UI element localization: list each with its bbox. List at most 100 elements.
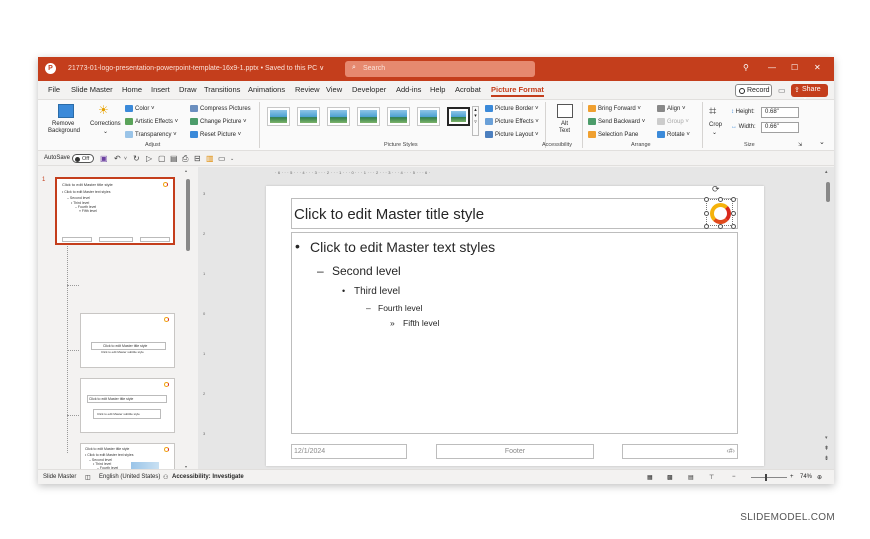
zoom-slider[interactable] — [751, 474, 787, 481]
autosave-toggle[interactable]: Off — [72, 154, 94, 163]
print-icon[interactable]: ⎙ — [182, 154, 188, 164]
slide-master[interactable]: Click to edit Master title style ⟳ • Cli… — [266, 184, 764, 466]
text-level-5[interactable]: Fifth level — [403, 318, 439, 328]
lightbulb-icon[interactable]: ⚲ — [743, 63, 749, 72]
tab-picture-format[interactable]: Picture Format — [491, 85, 544, 97]
fit-to-window-icon[interactable]: ⊕ — [817, 474, 822, 481]
next-slide-icon[interactable]: ⇟ — [824, 455, 829, 462]
scroll-up-icon[interactable]: ▴ — [185, 168, 187, 173]
open-folder-icon[interactable]: ▤ — [170, 154, 178, 163]
minimize-button[interactable]: — — [768, 63, 776, 72]
resize-handle[interactable] — [731, 224, 736, 229]
picture-style-4[interactable] — [357, 107, 380, 126]
presenter-icon[interactable]: ⊟ — [194, 154, 201, 163]
bring-forward-button[interactable]: Bring Forward ˅ — [588, 105, 641, 112]
text-level-3[interactable]: Third level — [354, 286, 400, 297]
change-picture-button[interactable]: Change Picture ˅ — [190, 118, 247, 125]
alt-text-label-1[interactable]: Alt — [561, 121, 568, 127]
thumbnail-scrollbar[interactable]: ▴ ▾ — [185, 168, 190, 469]
picture-style-3[interactable] — [327, 107, 350, 126]
transparency-button[interactable]: Transparency ˅ — [125, 131, 177, 138]
picture-layout-button[interactable]: Picture Layout ˅ — [485, 131, 539, 138]
zoom-slider-knob[interactable] — [765, 474, 767, 481]
resize-handle[interactable] — [718, 224, 723, 229]
redo-icon[interactable]: ↻ — [133, 154, 140, 163]
undo-chevron-icon[interactable]: ˅ — [124, 156, 127, 162]
width-input[interactable]: 0.66" — [761, 122, 799, 133]
crop-chevron-icon[interactable]: ⌄ — [712, 129, 717, 136]
customize-toolbar-icon[interactable]: ⌄ — [230, 156, 234, 162]
normal-view-icon[interactable]: ▦ — [647, 474, 653, 481]
group-button[interactable]: Group ˅ — [657, 118, 689, 125]
styles-gallery-more-icon[interactable]: ▴ ▾ ▿ — [472, 106, 479, 136]
scroll-thumb[interactable] — [826, 182, 830, 202]
picture-style-1[interactable] — [267, 107, 290, 126]
zoom-in-icon[interactable]: + — [790, 474, 794, 480]
new-file-icon[interactable]: ▢ — [158, 154, 166, 163]
master-slide-thumbnail[interactable]: Click to edit Master title style • Click… — [55, 177, 175, 245]
maximize-button[interactable]: ☐ — [791, 63, 798, 72]
resize-handle[interactable] — [704, 211, 709, 216]
search-box[interactable]: ⌕ Search — [345, 61, 535, 77]
picture-style-7[interactable] — [447, 107, 470, 126]
close-button[interactable]: ✕ — [814, 63, 821, 72]
previous-slide-icon[interactable]: ⇞ — [824, 445, 829, 452]
save-icon[interactable]: ▣ — [100, 154, 108, 163]
size-dialog-launcher-icon[interactable]: ⇲ — [798, 142, 802, 148]
accessibility-icon[interactable]: ⚇ — [163, 474, 168, 481]
crop-icon[interactable]: ⌗ — [709, 103, 716, 119]
tab-insert[interactable]: Insert — [151, 85, 170, 94]
comment-icon[interactable]: ▭ — [218, 154, 226, 163]
reset-picture-button[interactable]: Reset Picture ˅ — [190, 131, 241, 138]
layout-thumbnail[interactable]: Click to edit Master title style Click t… — [80, 378, 175, 433]
tab-animations[interactable]: Animations — [248, 85, 285, 94]
picture-border-button[interactable]: Picture Border ˅ — [485, 105, 539, 112]
rotate-handle-icon[interactable]: ⟳ — [712, 184, 720, 195]
record-button[interactable]: Record — [735, 84, 772, 97]
text-level-1[interactable]: Click to edit Master text styles — [310, 239, 495, 255]
tab-acrobat[interactable]: Acrobat — [455, 85, 481, 94]
text-level-2[interactable]: Second level — [332, 264, 401, 278]
tab-help[interactable]: Help — [430, 85, 445, 94]
corrections-button[interactable]: Corrections — [90, 121, 121, 127]
slide-number-placeholder[interactable]: ‹#› — [622, 444, 738, 459]
picture-style-5[interactable] — [387, 107, 410, 126]
tab-developer[interactable]: Developer — [352, 85, 386, 94]
picture-effects-button[interactable]: Picture Effects ˅ — [485, 118, 539, 125]
zoom-out-icon[interactable]: − — [732, 474, 736, 480]
tab-slide-master[interactable]: Slide Master — [71, 85, 113, 94]
remove-background-label-1[interactable]: Remove — [52, 121, 74, 127]
slideshow-icon[interactable]: ▷ — [146, 154, 152, 163]
scroll-up-icon[interactable]: ▴ — [825, 169, 828, 175]
body-placeholder[interactable]: • Click to edit Master text styles – Sec… — [291, 232, 738, 434]
resize-handle[interactable] — [731, 197, 736, 202]
document-title[interactable]: 21773-01-logo-presentation-powerpoint-te… — [68, 64, 324, 72]
tab-review[interactable]: Review — [295, 85, 320, 94]
crop-button[interactable]: Crop — [709, 122, 722, 128]
corrections-icon[interactable]: ☀ — [98, 103, 109, 117]
canvas-scrollbar[interactable]: ▴ ▾ ⇞ ⇟ — [824, 167, 832, 469]
resize-handle[interactable] — [718, 197, 723, 202]
text-level-4[interactable]: Fourth level — [378, 303, 422, 313]
remove-background-label-2[interactable]: Background — [48, 128, 80, 134]
tab-home[interactable]: Home — [122, 85, 142, 94]
reading-view-icon[interactable]: ▤ — [688, 474, 694, 481]
comments-icon[interactable]: ▭ — [778, 86, 786, 95]
slide-title[interactable]: Click to edit Master title style — [294, 206, 484, 223]
resize-handle[interactable] — [704, 197, 709, 202]
color-button[interactable]: Color ˅ — [125, 105, 155, 112]
resize-handle[interactable] — [704, 224, 709, 229]
spell-check-icon[interactable]: ◫ — [85, 474, 91, 481]
tab-draw[interactable]: Draw — [179, 85, 197, 94]
picture-style-2[interactable] — [297, 107, 320, 126]
date-placeholder[interactable]: 12/1/2024 — [291, 444, 407, 459]
slide-sorter-icon[interactable]: ▩ — [667, 474, 673, 481]
footer-placeholder[interactable]: Footer — [436, 444, 594, 459]
picture-style-6[interactable] — [417, 107, 440, 126]
compress-pictures-button[interactable]: Compress Pictures — [190, 105, 251, 112]
collapse-ribbon-icon[interactable]: ⌄ — [819, 138, 825, 146]
align-button[interactable]: Align ˅ — [657, 105, 686, 112]
alt-text-icon[interactable] — [557, 104, 573, 118]
tab-view[interactable]: View — [326, 85, 342, 94]
accessibility-status[interactable]: Accessibility: Investigate — [172, 474, 244, 480]
